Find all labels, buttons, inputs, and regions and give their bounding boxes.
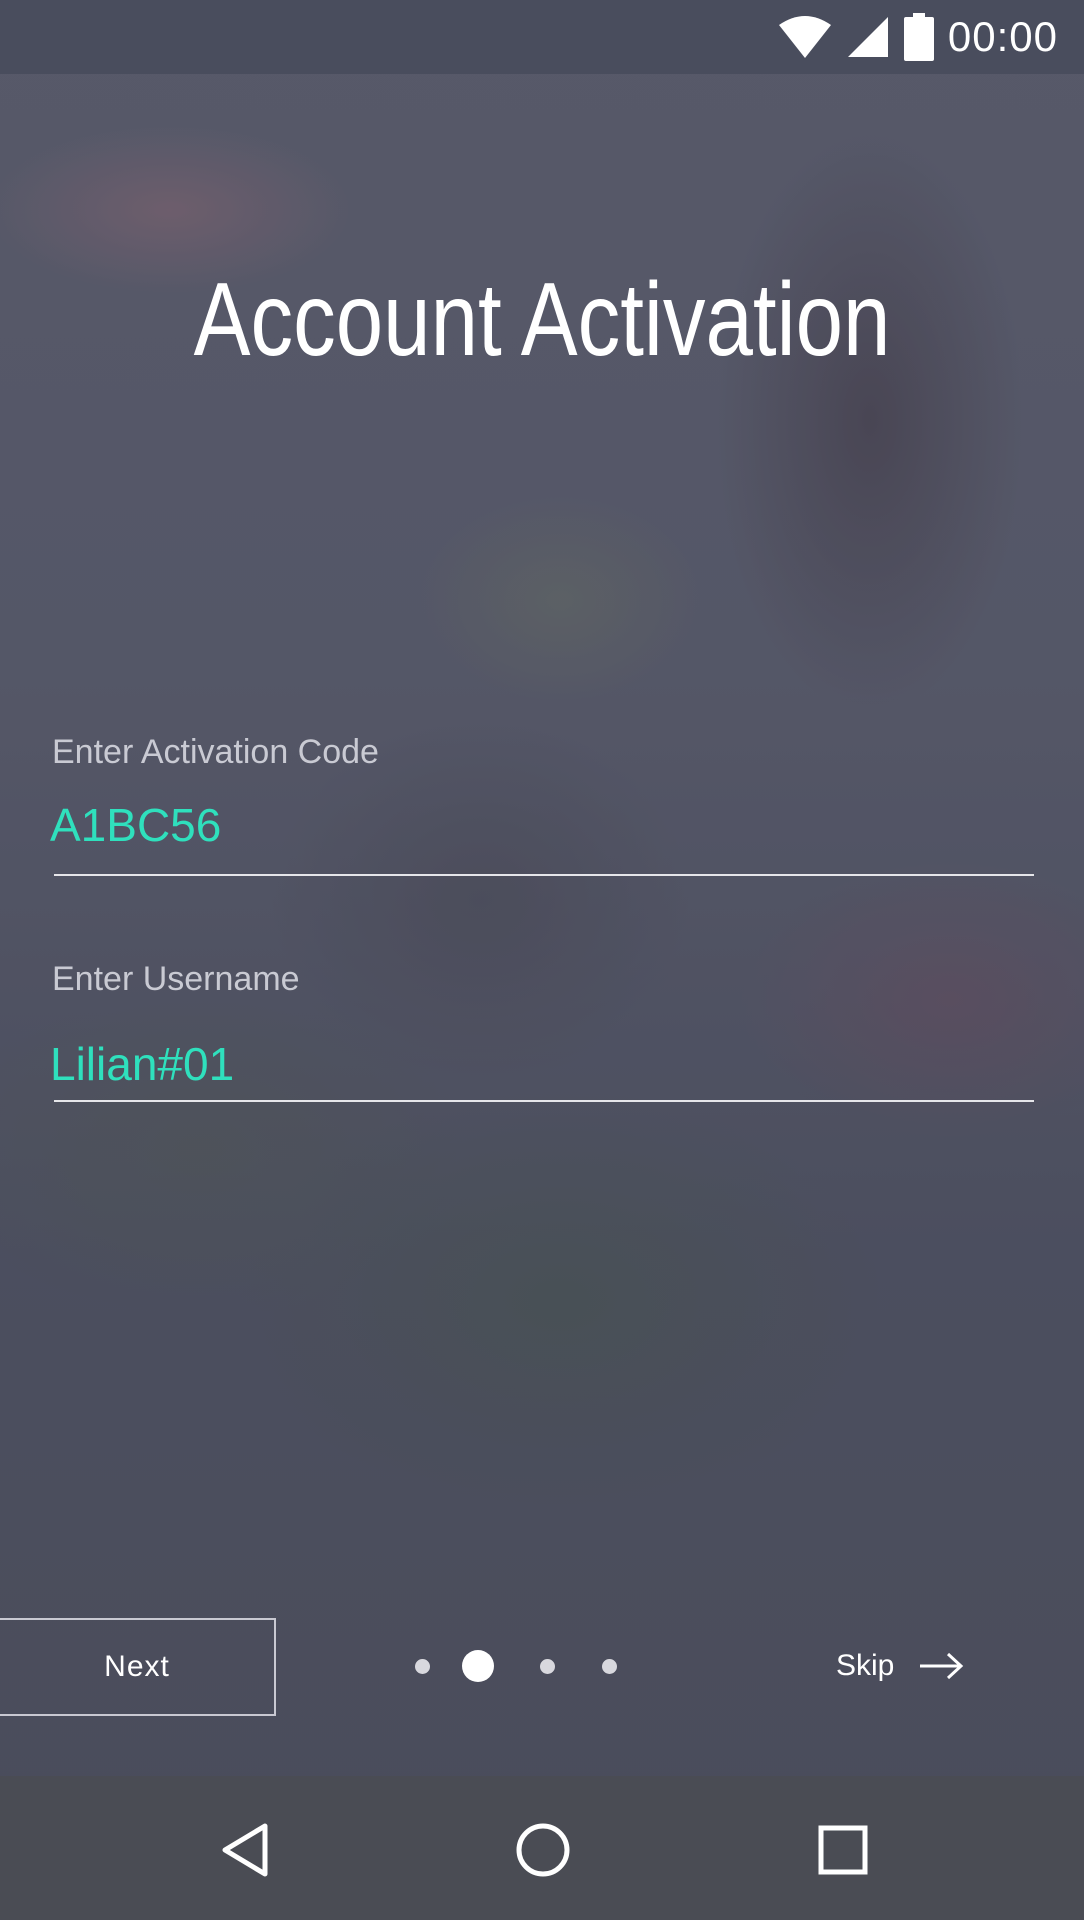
skip-label: Skip: [836, 1649, 895, 1682]
username-label: Enter Username: [52, 960, 300, 998]
arrow-right-icon: [920, 1652, 964, 1680]
back-button[interactable]: [195, 1800, 295, 1900]
status-time: 00:00: [947, 13, 1058, 60]
recents-icon: [818, 1825, 868, 1875]
page-dot-1[interactable]: [415, 1659, 430, 1674]
activation-code-input[interactable]: [50, 795, 1030, 855]
signal-icon: [847, 17, 888, 57]
wifi-icon: [778, 16, 831, 58]
page-title: Account Activation: [193, 262, 891, 378]
skip-button[interactable]: Skip: [836, 1640, 964, 1692]
username-input[interactable]: [50, 1034, 1030, 1094]
activation-screen: 00:00 Account Activation Enter Activatio…: [0, 0, 1084, 1920]
page-dot-2-active[interactable]: [462, 1650, 494, 1682]
page-dot-3[interactable]: [540, 1659, 555, 1674]
page-dot-4[interactable]: [602, 1659, 617, 1674]
battery-icon: [903, 13, 934, 61]
home-icon: [516, 1823, 570, 1877]
activation-code-underline: [54, 874, 1034, 876]
home-button[interactable]: [493, 1800, 593, 1900]
status-icons: 00:00: [778, 12, 1058, 62]
navigation-bar: [0, 1776, 1084, 1920]
next-button[interactable]: Next: [0, 1618, 276, 1716]
status-bar: 00:00: [0, 0, 1084, 74]
recents-button[interactable]: [793, 1800, 893, 1900]
username-underline: [54, 1100, 1034, 1102]
activation-code-label: Enter Activation Code: [52, 733, 379, 771]
back-icon: [222, 1823, 268, 1877]
